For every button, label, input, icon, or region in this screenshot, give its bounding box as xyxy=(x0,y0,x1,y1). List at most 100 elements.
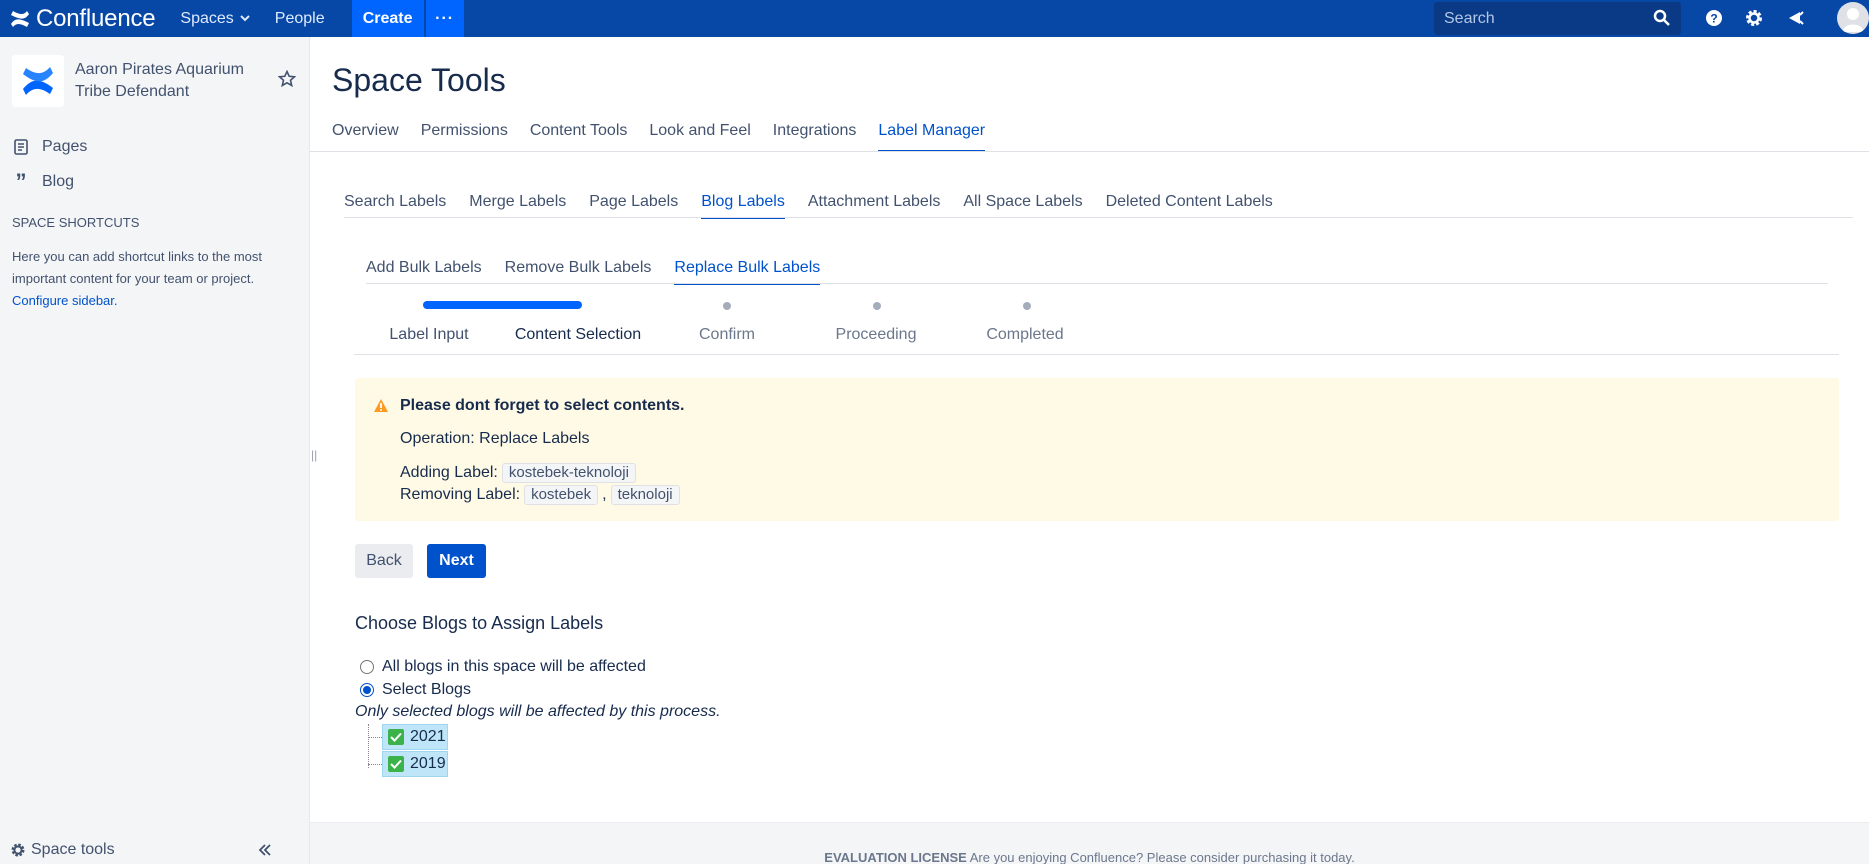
user-avatar[interactable] xyxy=(1837,2,1869,34)
subtab-all-space-labels[interactable]: All Space Labels xyxy=(963,193,1082,219)
adding-label-row: Adding Label: kostebek-teknoloji xyxy=(400,463,636,483)
next-button[interactable]: Next xyxy=(427,544,486,578)
space-name[interactable]: Aaron Pirates Aquarium Tribe Defendant xyxy=(75,59,265,103)
svg-text:?: ? xyxy=(1710,12,1717,26)
subtab-search-labels[interactable]: Search Labels xyxy=(344,193,446,219)
sidebar: Aaron Pirates Aquarium Tribe Defendant P… xyxy=(0,37,310,864)
confluence-space-icon xyxy=(23,67,53,95)
blog-quote-icon: ” xyxy=(15,169,27,194)
step-label-input: Label Input xyxy=(389,326,469,343)
step-dot-confirm xyxy=(723,302,731,310)
radio-select-blogs[interactable]: Select Blogs xyxy=(360,681,471,699)
configure-sidebar-link[interactable]: Configure sidebar. xyxy=(12,293,118,308)
step-dot-completed xyxy=(1023,302,1031,310)
tree-node-label: 2019 xyxy=(410,755,446,772)
space-tools-label: Space tools xyxy=(31,841,115,858)
label-separator: , xyxy=(602,486,607,503)
tab-replace-bulk-labels[interactable]: Replace Bulk Labels xyxy=(674,259,821,285)
radio-all-blogs[interactable]: All blogs in this space will be affected xyxy=(360,658,646,676)
checkbox-checked-icon[interactable] xyxy=(388,729,404,745)
tabs-divider xyxy=(310,151,1869,152)
adding-label-text: Adding Label: xyxy=(400,464,498,481)
top-navigation-bar: Confluence Spaces People Create ··· Sear… xyxy=(0,0,1869,37)
sidebar-item-pages[interactable]: Pages xyxy=(12,138,87,156)
sidebar-item-label: Blog xyxy=(42,173,75,190)
radio-button-select[interactable] xyxy=(360,683,374,697)
create-more-button[interactable]: ··· xyxy=(425,0,464,37)
tree-node-2021[interactable]: 2021 xyxy=(382,724,448,750)
operation-text: Operation: Replace Labels xyxy=(400,430,590,447)
tab-remove-bulk-labels[interactable]: Remove Bulk Labels xyxy=(505,259,652,285)
removing-label-tag: teknoloji xyxy=(610,485,680,505)
space-shortcuts-description: Here you can add shortcut links to the m… xyxy=(12,246,297,312)
nav-spaces-label: Spaces xyxy=(180,9,234,27)
subtab-deleted-content-labels[interactable]: Deleted Content Labels xyxy=(1106,193,1273,219)
brand-name: Confluence xyxy=(36,4,156,32)
sidebar-item-label: Pages xyxy=(42,138,88,155)
radio-all-label: All blogs in this space will be affected xyxy=(382,658,646,675)
page-title: Space Tools xyxy=(332,62,506,98)
selection-hint: Only selected blogs will be affected by … xyxy=(355,703,721,720)
collapse-sidebar-icon[interactable] xyxy=(258,843,272,861)
license-label: EVALUATION LICENSE xyxy=(824,850,967,864)
settings-gear-icon[interactable] xyxy=(1742,6,1766,30)
radio-button-all[interactable] xyxy=(360,660,374,674)
create-button[interactable]: Create xyxy=(351,0,424,37)
space-tools-tabs: Overview Permissions Content Tools Look … xyxy=(332,122,1007,152)
license-text: Are you enjoying Confluence? Please cons… xyxy=(969,850,1355,864)
nav-people[interactable]: People xyxy=(275,10,325,28)
confluence-logo[interactable]: Confluence xyxy=(10,4,156,33)
subtab-blog-labels[interactable]: Blog Labels xyxy=(701,193,785,219)
tab-content-tools[interactable]: Content Tools xyxy=(530,122,628,152)
confluence-logo-icon xyxy=(11,10,29,27)
help-icon[interactable]: ? xyxy=(1702,6,1726,30)
back-button[interactable]: Back xyxy=(355,544,413,578)
notifications-megaphone-icon[interactable] xyxy=(1784,6,1808,30)
tab-integrations[interactable]: Integrations xyxy=(773,122,857,152)
tree-branch xyxy=(368,763,382,765)
subtabs-divider xyxy=(344,217,1853,218)
search-input[interactable]: Search xyxy=(1434,2,1681,35)
chevron-down-icon xyxy=(240,15,250,22)
gear-icon xyxy=(11,843,25,857)
label-manager-subtabs: Search Labels Merge Labels Page Labels B… xyxy=(344,193,1296,219)
step-proceeding: Proceeding xyxy=(835,326,917,343)
star-icon[interactable] xyxy=(278,70,296,88)
tree-node-label: 2021 xyxy=(410,728,446,745)
step-dot-proceeding xyxy=(873,302,881,310)
tab-label-manager[interactable]: Label Manager xyxy=(878,122,986,152)
tab-add-bulk-labels[interactable]: Add Bulk Labels xyxy=(366,259,482,285)
sidebar-resize-handle[interactable]: || xyxy=(311,448,317,462)
choose-blogs-heading: Choose Blogs to Assign Labels xyxy=(355,613,604,633)
warning-icon xyxy=(374,399,388,412)
warning-message: Please dont forget to select contents. O… xyxy=(355,378,1839,521)
nav-spaces[interactable]: Spaces xyxy=(180,9,250,28)
tab-overview[interactable]: Overview xyxy=(332,122,399,152)
space-logo[interactable] xyxy=(12,55,64,107)
tree-item[interactable]: 2019 xyxy=(368,751,448,777)
radio-select-label: Select Blogs xyxy=(382,681,471,698)
sidebar-item-blog[interactable]: ” Blog xyxy=(12,169,75,194)
space-shortcuts-heading: SPACE SHORTCUTS xyxy=(12,215,140,230)
tree-node-2019[interactable]: 2019 xyxy=(382,751,448,777)
subtab-attachment-labels[interactable]: Attachment Labels xyxy=(808,193,941,219)
step-progress-bar xyxy=(423,301,582,309)
subtab-merge-labels[interactable]: Merge Labels xyxy=(469,193,566,219)
tab-look-and-feel[interactable]: Look and Feel xyxy=(649,122,750,152)
checkbox-checked-icon[interactable] xyxy=(388,756,404,772)
search-placeholder: Search xyxy=(1444,9,1495,27)
pages-icon xyxy=(12,139,30,155)
step-completed: Completed xyxy=(986,326,1064,343)
removing-label-text: Removing Label: xyxy=(400,486,521,503)
removing-label-tag: kostebek xyxy=(524,485,599,505)
tree-item[interactable]: 2021 xyxy=(368,724,448,750)
subtab-page-labels[interactable]: Page Labels xyxy=(589,193,678,219)
tree-branch xyxy=(368,736,382,738)
space-tools-link[interactable]: Space tools xyxy=(10,841,115,859)
tab-permissions[interactable]: Permissions xyxy=(421,122,508,152)
removing-label-row: Removing Label: kostebek , teknoloji xyxy=(400,485,680,505)
license-notice: EVALUATION LICENSE Are you enjoying Conf… xyxy=(310,850,1869,864)
footer: EVALUATION LICENSE Are you enjoying Conf… xyxy=(310,822,1869,864)
stepper-divider xyxy=(354,354,1839,355)
step-confirm: Confirm xyxy=(698,326,755,343)
